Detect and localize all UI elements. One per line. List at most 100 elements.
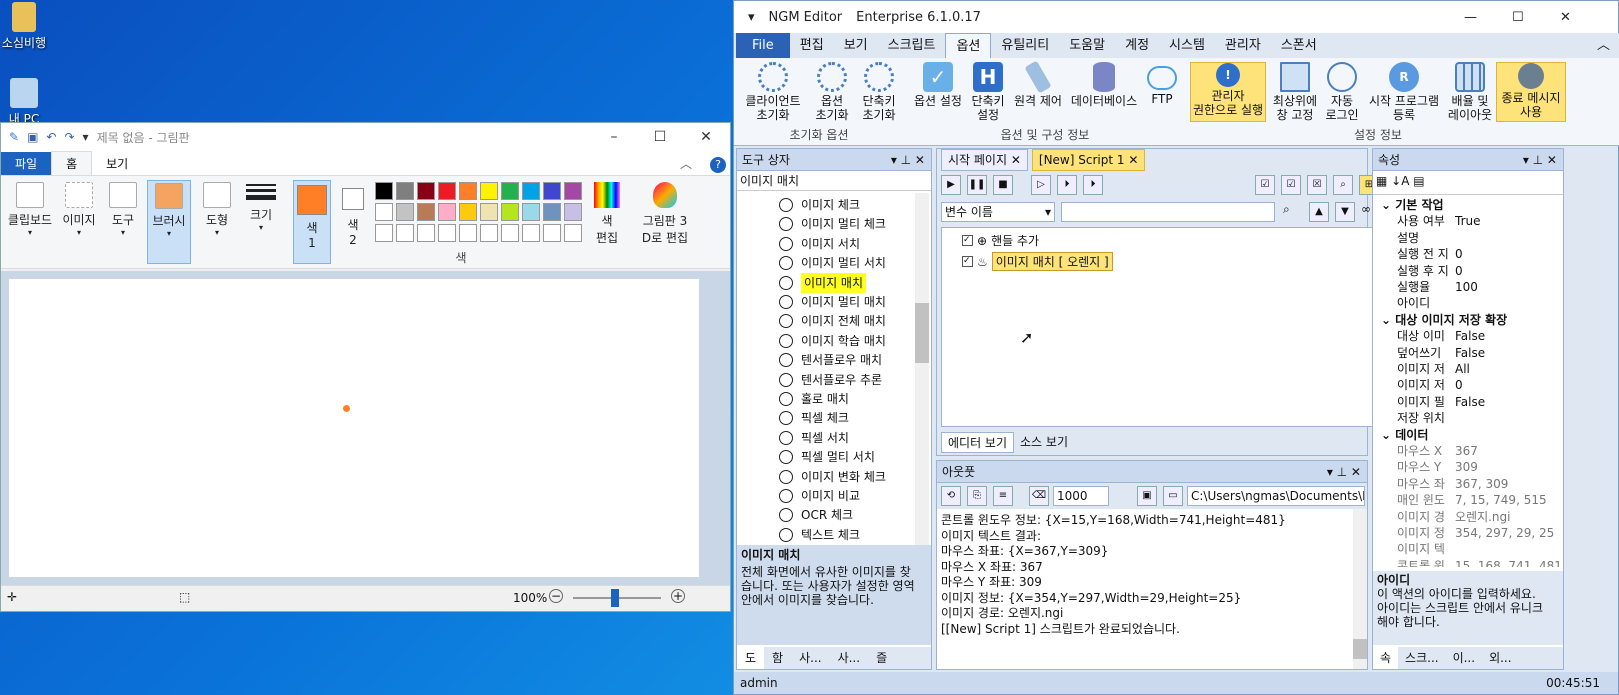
property-value[interactable]: 0 bbox=[1455, 377, 1463, 393]
property-row[interactable]: 이미지 필 False bbox=[1397, 394, 1563, 410]
topmost-button[interactable]: 최상위에 창 고정 bbox=[1270, 62, 1320, 122]
pause-icon[interactable]: ❚❚ bbox=[967, 175, 987, 195]
properties-tab[interactable]: 이... bbox=[1446, 647, 1482, 669]
palette-swatch-empty[interactable] bbox=[417, 224, 435, 242]
palette-swatch-empty[interactable] bbox=[522, 224, 540, 242]
palette-swatch[interactable] bbox=[564, 203, 582, 221]
collapse-icon[interactable]: ⌄ bbox=[1381, 313, 1395, 327]
toolbox-scrollbar[interactable] bbox=[915, 193, 929, 545]
check-all-icon[interactable]: ☑ bbox=[1255, 175, 1275, 195]
panel-buttons[interactable]: ▾ ⊥ ✕ bbox=[1327, 461, 1361, 483]
system-menu-icon[interactable]: ▾ bbox=[748, 10, 755, 25]
toolbox-tab[interactable]: 도 bbox=[737, 647, 765, 669]
menu-6[interactable]: 도움말 bbox=[1059, 33, 1115, 58]
property-value[interactable]: False bbox=[1455, 394, 1485, 410]
edit-colors-button[interactable]: 색 편집 bbox=[589, 180, 625, 246]
close-button[interactable]: ✕ bbox=[683, 123, 729, 151]
search-icon[interactable]: ⌕ bbox=[1283, 202, 1290, 217]
var-search-input[interactable] bbox=[1061, 202, 1275, 222]
quick-access-dropdown-icon[interactable]: ▾ bbox=[83, 130, 89, 144]
property-value[interactable]: False bbox=[1455, 345, 1485, 361]
output-scrollbar[interactable] bbox=[1353, 509, 1367, 669]
palette-swatch[interactable] bbox=[459, 203, 477, 221]
color2-button[interactable]: 색2 bbox=[337, 180, 369, 247]
folder-icon[interactable]: ▭ bbox=[1163, 486, 1183, 506]
zoom-in-button[interactable]: + bbox=[671, 589, 685, 603]
close-button[interactable]: ✕ bbox=[1560, 10, 1571, 25]
property-row[interactable]: 실행율 100 bbox=[1397, 279, 1563, 295]
checkbox[interactable]: ✓ bbox=[962, 256, 973, 267]
maximize-button[interactable]: ☐ bbox=[1512, 10, 1524, 25]
redo-icon[interactable]: ↷ bbox=[64, 130, 74, 144]
desktop-icon-user[interactable]: 소심비행 bbox=[0, 2, 54, 51]
palette-swatch[interactable] bbox=[522, 182, 540, 200]
option-settings-button[interactable]: ✓ 옵션 설정 bbox=[910, 62, 966, 108]
collapse-icon[interactable]: ⌄ bbox=[1381, 428, 1395, 442]
tool-item[interactable]: 픽셀 서치 bbox=[779, 428, 849, 448]
scale-layout-button[interactable]: 배율 및 레이아웃 bbox=[1446, 62, 1494, 122]
remote-control-button[interactable]: 원격 제어 bbox=[1010, 60, 1066, 108]
property-value[interactable]: 0 bbox=[1455, 246, 1463, 262]
search-icon[interactable]: ⌕ bbox=[1333, 175, 1353, 195]
up-icon[interactable]: ▲ bbox=[1309, 202, 1329, 222]
play-icon[interactable]: ▶ bbox=[941, 175, 961, 195]
run-selection-icon[interactable]: ⏵ bbox=[1083, 175, 1103, 195]
desktop-icon-pc[interactable]: 내 PC bbox=[0, 78, 54, 127]
menu-8[interactable]: 시스템 bbox=[1159, 33, 1215, 58]
clipboard-button[interactable]: 클립보드 ▾ bbox=[7, 180, 53, 237]
toolbox-search[interactable]: 이미지 매치 bbox=[737, 171, 931, 191]
shapes-button[interactable]: 도형 ▾ bbox=[199, 180, 235, 237]
palette-swatch[interactable] bbox=[543, 182, 561, 200]
property-category[interactable]: ⌄ 대상 이미지 저장 확장 bbox=[1381, 312, 1507, 328]
property-row[interactable]: 대상 이미 False bbox=[1397, 328, 1563, 344]
tool-item[interactable]: 이미지 체크 bbox=[779, 195, 860, 215]
step-icon[interactable]: ▷ bbox=[1031, 175, 1051, 195]
save-icon[interactable]: ▣ bbox=[1137, 486, 1157, 506]
property-value[interactable]: 0 bbox=[1455, 263, 1463, 279]
menu-2[interactable]: 보기 bbox=[834, 33, 878, 58]
eraser-icon[interactable]: ⌫ bbox=[1029, 486, 1049, 506]
property-value[interactable]: All bbox=[1455, 361, 1470, 377]
palette-swatch[interactable] bbox=[396, 203, 414, 221]
tool-item[interactable]: 이미지 비교 bbox=[779, 486, 860, 506]
property-row[interactable]: 콘트롤 윈 15, 168, 741, 481 bbox=[1397, 558, 1563, 567]
tool-item[interactable]: 이미지 멀티 서치 bbox=[779, 253, 886, 273]
property-category[interactable]: ⌄ 기본 작업 bbox=[1381, 197, 1444, 213]
tab-view[interactable]: 보기 bbox=[92, 152, 142, 175]
palette-swatch-empty[interactable] bbox=[438, 224, 456, 242]
tool-item[interactable]: 홀로 매치 bbox=[779, 389, 849, 409]
tools-button[interactable]: 도구 ▾ bbox=[105, 180, 141, 237]
ftp-button[interactable]: FTP bbox=[1144, 62, 1180, 106]
menu-1[interactable]: 편집 bbox=[790, 33, 834, 58]
reset-options-button[interactable]: 옵션 초기화 bbox=[812, 62, 852, 122]
link-icon[interactable]: ∞ bbox=[1361, 202, 1371, 216]
property-value[interactable]: 309 bbox=[1455, 459, 1478, 475]
property-value[interactable]: 367 bbox=[1455, 443, 1478, 459]
paint3d-button[interactable]: 그림판 3 D로 편집 bbox=[639, 180, 691, 246]
stop-icon[interactable]: ■ bbox=[993, 175, 1013, 195]
var-select[interactable]: 변수 이름 ▾ bbox=[941, 202, 1055, 222]
database-button[interactable]: 데이터베이스 bbox=[1068, 62, 1140, 108]
palette-swatch[interactable] bbox=[564, 182, 582, 200]
startup-program-button[interactable]: R 시작 프로그램 등록 bbox=[1364, 62, 1444, 122]
tool-item[interactable]: 텐서플로우 매치 bbox=[779, 350, 882, 370]
palette-swatch[interactable] bbox=[438, 182, 456, 200]
tool-item[interactable]: 픽셀 체크 bbox=[779, 408, 849, 428]
property-value[interactable]: 354, 297, 29, 25 bbox=[1455, 525, 1554, 541]
property-row[interactable]: 마우스 좌 367, 309 bbox=[1397, 476, 1563, 492]
minimize-button[interactable]: – bbox=[591, 123, 637, 151]
run-as-admin-button[interactable]: ! 관리자 권한으로 실행 bbox=[1190, 62, 1266, 122]
palette-swatch[interactable] bbox=[438, 203, 456, 221]
image-button[interactable]: 이미지 ▾ bbox=[61, 180, 97, 237]
property-value[interactable]: 367, 309 bbox=[1455, 476, 1508, 492]
list-icon[interactable]: ≡ bbox=[993, 486, 1013, 506]
clear-icon[interactable]: ⟲ bbox=[941, 486, 961, 506]
tab-start-page[interactable]: 시작 페이지 ✕ bbox=[941, 149, 1028, 171]
collapse-ribbon-icon[interactable]: ︿ bbox=[1587, 33, 1619, 58]
save-icon[interactable]: ▣ bbox=[27, 130, 38, 144]
size-button[interactable]: 크기 ▾ bbox=[243, 180, 279, 232]
palette-swatch-empty[interactable] bbox=[501, 224, 519, 242]
palette-swatch-empty[interactable] bbox=[564, 224, 582, 242]
brushes-button[interactable]: 브러시 ▾ bbox=[147, 180, 191, 264]
check-icon[interactable]: ☑ bbox=[1281, 175, 1301, 195]
